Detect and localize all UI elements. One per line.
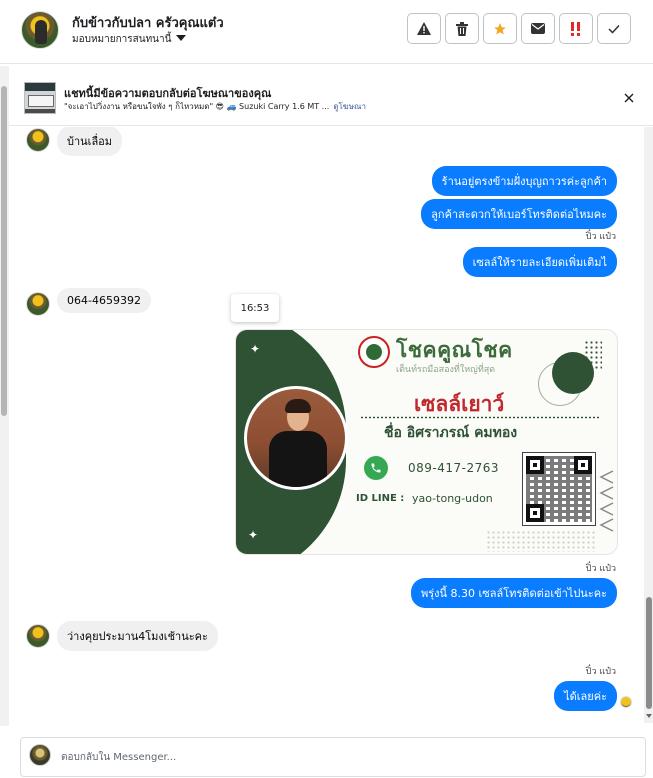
view-ad-link[interactable]: ดูโฆษณา (333, 102, 366, 111)
mark-unread-button[interactable] (521, 13, 555, 44)
decor-dots (584, 340, 602, 370)
trash-icon (456, 21, 468, 36)
ad-reply-banner: แชทนี้มีข้อความตอบกลับต่อโฆษณาของคุณ "จะ… (0, 66, 653, 126)
card-phone: 089-417-2763 (408, 461, 500, 475)
done-button[interactable] (597, 13, 631, 44)
report-button[interactable] (407, 13, 441, 44)
outgoing-message[interactable]: ลูกค้าสะดวกให้เบอร์โทรติดต่อไหมคะ (421, 199, 617, 229)
business-card-image[interactable]: ✦ ✦ โชคคูณโชค เต็นท์รถมือสองที่ใหญ่ที่สุ… (235, 329, 618, 555)
urgent-icon (571, 21, 580, 36)
incoming-message[interactable]: 064-4659392 (57, 288, 151, 313)
ad-banner-text: "จะเอาไปวิ่งงาน หรือขนใจพัง ๆ ก็ไหวหมด" … (64, 100, 366, 113)
qr-code-icon (522, 452, 596, 526)
sparkle-icon: ✦ (250, 342, 261, 356)
outgoing-message[interactable]: เซลล์ให้รายละเอียดเพิ่มเติมไ (462, 247, 617, 277)
star-button[interactable] (483, 13, 517, 44)
seen-by-label: ปิ๋ว แป๋ว (585, 667, 616, 677)
star-icon (494, 22, 506, 35)
ad-thumbnail[interactable] (24, 82, 56, 114)
mail-icon (531, 23, 545, 34)
contact-avatar[interactable] (21, 11, 59, 49)
close-icon (624, 93, 634, 103)
chevron-decor-icon (599, 486, 614, 500)
sparkle-icon: ✦ (248, 528, 259, 542)
card-line-id: yao-tong-udon (412, 492, 493, 505)
salesperson-photo (244, 386, 348, 490)
check-icon (608, 24, 620, 34)
seen-by-label: ปิ๋ว แป๋ว (585, 564, 616, 574)
caret-down-icon (176, 35, 187, 41)
timestamp-tooltip: 16:53 (231, 294, 279, 322)
assign-conversation-dropdown[interactable]: มอบหมายการสนทนานี้ (72, 32, 187, 47)
reply-input[interactable]: ตอบกลับใน Messenger... (61, 750, 176, 765)
reply-composer[interactable]: ตอบกลับใน Messenger... (20, 737, 646, 777)
message-thread: บ้านเลื่อม ร้านอยู่ตรงข้ามฝั่งบุญถาวรค่ะ… (0, 127, 653, 727)
card-divider (360, 416, 600, 419)
conversation-header: กับข้าวกับปลา ครัวคุณแต๋ว มอบหมายการสนทน… (0, 0, 653, 64)
phone-icon (364, 456, 388, 480)
brand-logo-icon (358, 336, 390, 368)
outgoing-message[interactable]: ได้เลยค่ะ (554, 681, 617, 711)
contact-avatar-small (26, 624, 50, 648)
delete-button[interactable] (445, 13, 479, 44)
report-icon (417, 22, 431, 35)
incoming-message[interactable]: บ้านเลื่อม (57, 127, 123, 156)
page-avatar (29, 744, 51, 766)
assign-conversation-label: มอบหมายการสนทนานี้ (72, 34, 172, 45)
chevron-decor-icon (599, 470, 614, 484)
card-name: ชื่อ อิศราภรณ์ คมทอง (384, 425, 518, 441)
outgoing-message[interactable]: พรุ่งนี้ 8.30 เซลล์โทรติดต่อเข้าไปนะคะ (410, 578, 617, 608)
contact-avatar-small (26, 292, 50, 316)
incoming-message[interactable]: ว่างคุยประมาน4โมงเช้านะคะ (57, 621, 218, 651)
chevron-decor-icon (599, 518, 614, 532)
outgoing-message[interactable]: ร้านอยู่ตรงข้ามฝั่งบุญถาวรค่ะลูกค้า (431, 166, 617, 196)
chevron-decor-icon (599, 502, 614, 516)
seen-by-label: ปิ๋ว แป๋ว (585, 232, 616, 242)
contact-avatar-small (26, 128, 50, 152)
ad-quote: "จะเอาไปวิ่งงาน หรือขนใจพัง ๆ ก็ไหวหมด" … (64, 102, 330, 111)
contact-name[interactable]: กับข้าวกับปลา ครัวคุณแต๋ว (72, 12, 224, 33)
urgent-button[interactable] (559, 13, 593, 44)
card-tagline: เต็นท์รถมือสองที่ใหญ่ที่สุด (396, 365, 496, 375)
read-receipt-avatar (620, 696, 632, 708)
card-line-label: ID LINE : (356, 493, 405, 504)
decor-dots (486, 530, 596, 552)
close-banner-button[interactable] (619, 88, 639, 108)
